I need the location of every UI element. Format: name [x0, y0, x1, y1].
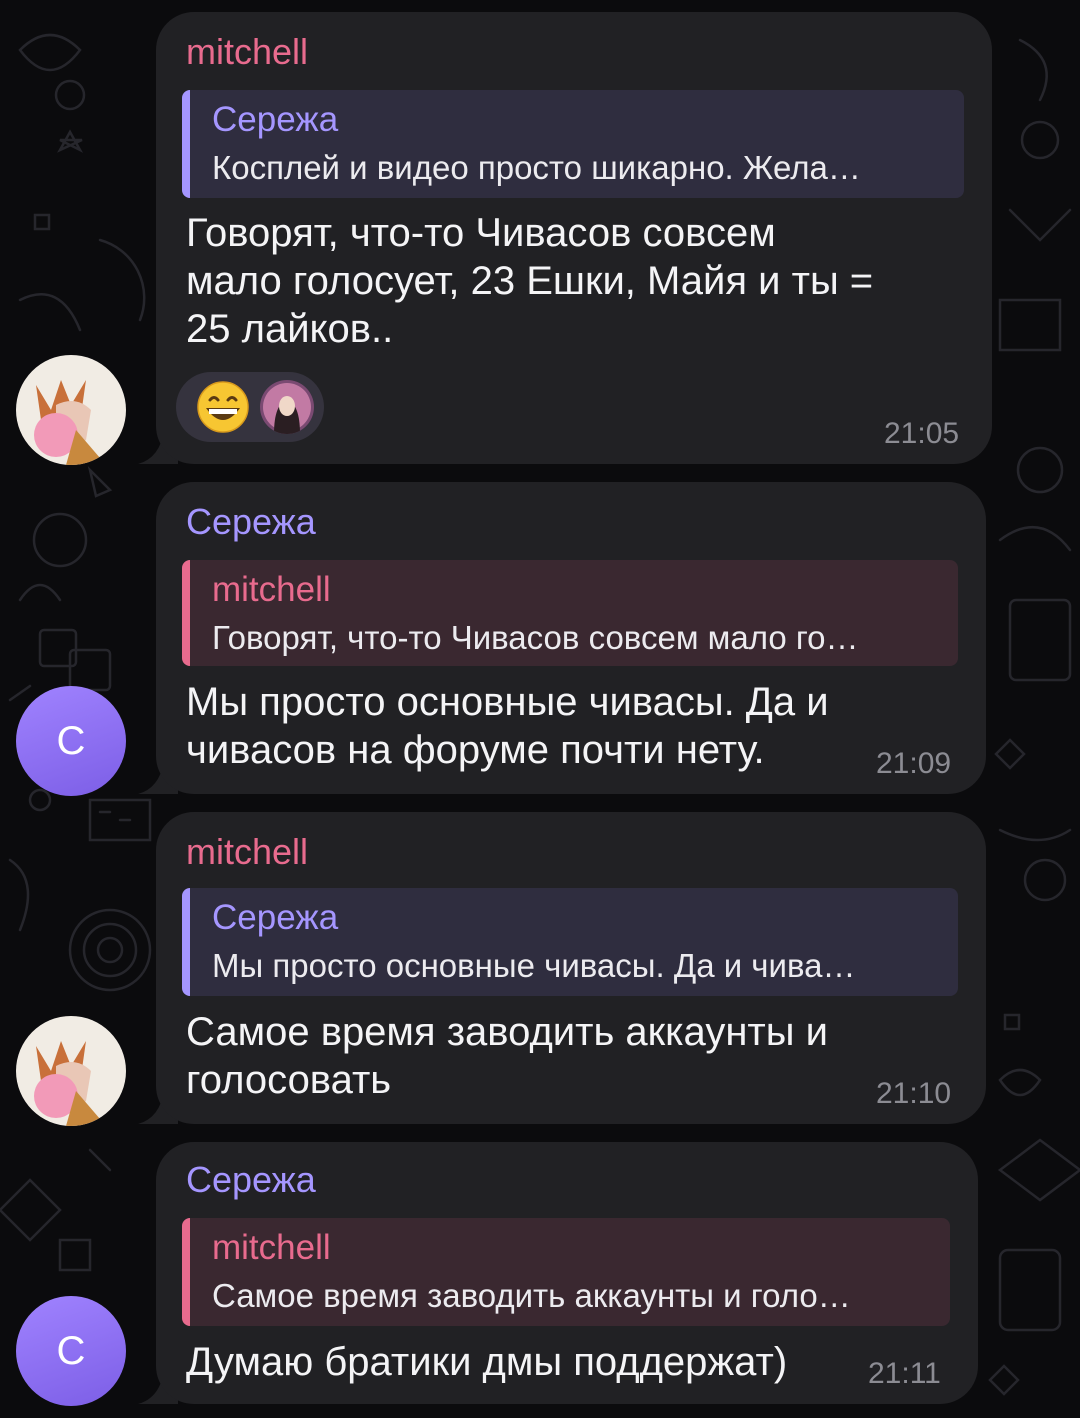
reply-quote[interactable]: mitchell Самое время заводить аккаунты и… — [182, 1218, 950, 1326]
message-time: 21:10 — [876, 1077, 952, 1110]
sender-name[interactable]: Сережа — [186, 1158, 316, 1202]
message-text-line: чивасов на форуме почти нету. — [186, 728, 765, 772]
message-time: 21:05 — [884, 417, 960, 450]
message-time: 21:09 — [876, 747, 952, 780]
reply-accent-bar — [182, 1218, 190, 1326]
message-text-line: Самое время заводить аккаунты и — [186, 1010, 828, 1054]
reply-quote[interactable]: mitchell Говорят, что-то Чивасов совсем … — [182, 560, 958, 666]
reply-sender-name: Сережа — [212, 898, 339, 937]
reply-sender-name: mitchell — [212, 1228, 331, 1267]
message-text-line: мало голосует, 23 Ешки, Майя и ты = — [186, 259, 874, 303]
message-text: Мы просто основные чивасы. Да и чивасов … — [186, 678, 829, 774]
message-bubble[interactable]: mitchell Сережа Мы просто основные чивас… — [156, 812, 986, 1124]
sender-name[interactable]: mitchell — [186, 830, 308, 874]
message-text-line: Говорят, что-то Чивасов совсем — [186, 211, 776, 255]
message-bubble[interactable]: Сережа mitchell Самое время заводить акк… — [156, 1142, 978, 1404]
reply-text: Говорят, что-то Чивасов совсем мало го… — [212, 619, 859, 656]
reply-quote[interactable]: Сережа Мы просто основные чивасы. Да и ч… — [182, 888, 958, 996]
message-text: Самое время заводить аккаунты и голосова… — [186, 1008, 828, 1104]
serezha-avatar[interactable]: С — [16, 1296, 126, 1406]
reactions-bar[interactable] — [176, 372, 324, 442]
mitchell-avatar[interactable] — [16, 355, 126, 465]
message-bubble[interactable]: Сережа mitchell Говорят, что-то Чивасов … — [156, 482, 986, 794]
message-bubble[interactable]: mitchell Сережа Косплей и видео просто ш… — [156, 12, 992, 464]
reply-quote[interactable]: Сережа Косплей и видео просто шикарно. Ж… — [182, 90, 964, 198]
reply-text: Мы просто основные чивасы. Да и чива… — [212, 947, 856, 984]
reply-accent-bar — [182, 888, 190, 996]
grinning-face-icon[interactable] — [196, 380, 250, 434]
message-text-line: Думаю братики дмы поддержат) — [186, 1340, 788, 1384]
reply-accent-bar — [182, 90, 190, 198]
reply-text: Косплей и видео просто шикарно. Жела… — [212, 149, 861, 186]
serezha-avatar[interactable]: С — [16, 686, 126, 796]
sender-name[interactable]: Сережа — [186, 500, 316, 544]
reply-text: Самое время заводить аккаунты и голо… — [212, 1277, 851, 1314]
reactor-avatar[interactable] — [260, 380, 314, 434]
message-text: Думаю братики дмы поддержат) — [186, 1338, 787, 1386]
reply-sender-name: mitchell — [212, 570, 331, 609]
message-text-line: голосовать — [186, 1058, 392, 1102]
mitchell-avatar[interactable] — [16, 1016, 126, 1126]
reply-accent-bar — [182, 560, 190, 666]
reply-sender-name: Сережа — [212, 100, 339, 139]
sender-name[interactable]: mitchell — [186, 30, 308, 74]
message-text-line: 25 лайков.. — [186, 307, 394, 351]
message-time: 21:11 — [868, 1357, 941, 1390]
message-text: Говорят, что-то Чивасов совсем мало голо… — [186, 209, 873, 353]
message-text-line: Мы просто основные чивасы. Да и — [186, 680, 829, 724]
